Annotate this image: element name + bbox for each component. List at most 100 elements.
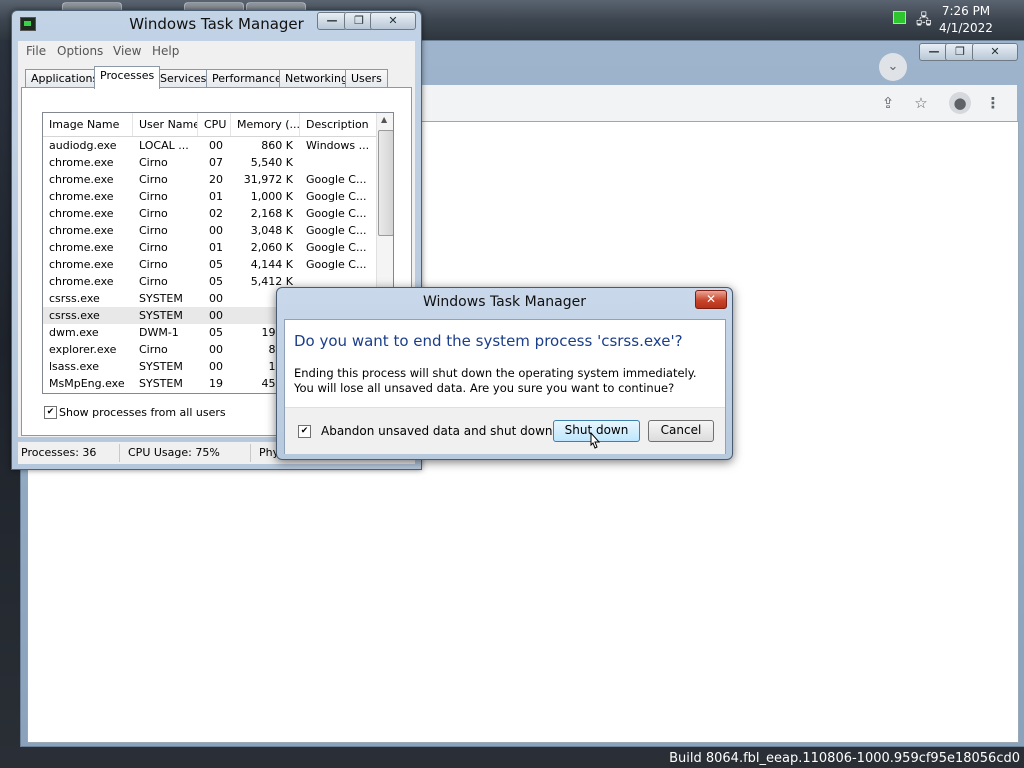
cell-cpu: 01 (209, 241, 223, 254)
end-process-dialog: Windows Task Manager ✕ Do you want to en… (276, 287, 733, 460)
share-icon[interactable]: ⇪ (877, 92, 899, 114)
network-icon[interactable]: 🖧 (916, 9, 932, 33)
build-watermark: Build 8064.fbl_eeap.110806-1000.959cf95e… (669, 751, 1020, 766)
process-row[interactable]: chrome.exe Cirno 01 1,000 K Google C... (43, 188, 376, 205)
cell-user-name: Cirno (139, 156, 168, 169)
cell-user-name: SYSTEM (139, 309, 183, 322)
tab-performance[interactable]: Performance (206, 69, 288, 88)
cell-memory: 2,168 K (250, 207, 293, 220)
dialog-question: Do you want to end the system process 'c… (294, 332, 683, 350)
cell-user-name: SYSTEM (139, 292, 183, 305)
abandon-data-label: Abandon unsaved data and shut down. (321, 424, 557, 438)
cell-cpu: 19 (209, 377, 223, 390)
process-row[interactable]: chrome.exe Cirno 05 4,144 K Google C... (43, 256, 376, 273)
column-description[interactable]: Description (300, 113, 376, 136)
tm-minimize-button[interactable]: — (317, 12, 347, 30)
dialog-content: Do you want to end the system process 'c… (284, 319, 726, 454)
browser-close-button[interactable]: ✕ (972, 43, 1018, 61)
cell-image-name: chrome.exe (49, 190, 114, 203)
process-row[interactable]: chrome.exe Cirno 07 5,540 K (43, 154, 376, 171)
tm-menubar: File Options View Help (18, 41, 415, 61)
tab-networking[interactable]: Networking (279, 69, 354, 88)
cell-user-name: Cirno (139, 224, 168, 237)
dialog-footer: ✔ Abandon unsaved data and shut down. Sh… (285, 407, 725, 454)
process-row[interactable]: chrome.exe Cirno 01 2,060 K Google C... (43, 239, 376, 256)
column-memory[interactable]: Memory (... (231, 113, 300, 136)
cell-cpu: 05 (209, 258, 223, 271)
cell-description: Google C... (306, 241, 367, 254)
cell-user-name: SYSTEM (139, 377, 183, 390)
menu-kebab-icon[interactable]: ⋮ (982, 92, 1004, 114)
tab-processes[interactable]: Processes (94, 66, 161, 89)
column-user-name[interactable]: User Name (133, 113, 198, 136)
show-all-users-checkbox[interactable]: ✔ (44, 406, 57, 419)
cell-cpu: 05 (209, 326, 223, 339)
tray-clock[interactable]: 7:26 PM 4/1/2022 (936, 3, 996, 37)
process-row[interactable]: audiodg.exe LOCAL ... 00 860 K Windows ... (43, 137, 376, 154)
tab-applications[interactable]: Applications (25, 69, 105, 88)
process-list-header: Image Name User Name CPU Memory (... Des… (43, 113, 376, 137)
column-cpu[interactable]: CPU (198, 113, 231, 136)
cell-user-name: Cirno (139, 207, 168, 220)
bookmark-star-icon[interactable]: ☆ (910, 92, 932, 114)
cell-image-name: csrss.exe (49, 309, 100, 322)
clock-time: 7:26 PM (941, 4, 991, 18)
menu-view[interactable]: View (113, 44, 141, 58)
clock-date: 4/1/2022 (939, 21, 993, 35)
profile-icon[interactable]: ● (949, 92, 971, 114)
cell-memory: 5,540 K (250, 156, 293, 169)
cell-user-name: Cirno (139, 173, 168, 186)
cancel-button[interactable]: Cancel (648, 420, 714, 442)
menu-help[interactable]: Help (152, 44, 179, 58)
cell-image-name: lsass.exe (49, 360, 99, 373)
cell-image-name: chrome.exe (49, 241, 114, 254)
cell-image-name: MsMpEng.exe (49, 377, 125, 390)
battery-icon[interactable] (893, 11, 906, 24)
process-row[interactable]: chrome.exe Cirno 00 3,048 K Google C... (43, 222, 376, 239)
status-divider (119, 444, 120, 462)
dialog-close-button[interactable]: ✕ (695, 290, 727, 309)
cell-user-name: DWM-1 (139, 326, 179, 339)
cell-user-name: Cirno (139, 343, 168, 356)
scrollbar-thumb[interactable] (378, 130, 393, 236)
tab-users[interactable]: Users (345, 69, 388, 88)
mouse-cursor-icon (590, 432, 601, 449)
cell-image-name: chrome.exe (49, 207, 114, 220)
cell-image-name: dwm.exe (49, 326, 99, 339)
cell-user-name: Cirno (139, 190, 168, 203)
cell-user-name: SYSTEM (139, 360, 183, 373)
cell-description: Google C... (306, 258, 367, 271)
tab-services[interactable]: Services (154, 69, 213, 88)
cell-description: Google C... (306, 207, 367, 220)
tab-search-icon[interactable]: ⌄ (879, 53, 907, 81)
cell-memory: 31,972 K (243, 173, 293, 186)
dialog-title: Windows Task Manager (423, 294, 586, 310)
cell-memory: 3,048 K (250, 224, 293, 237)
status-cpu-usage: CPU Usage: 75% (128, 446, 220, 459)
cell-image-name: audiodg.exe (49, 139, 117, 152)
cell-cpu: 00 (209, 292, 223, 305)
cell-description: Google C... (306, 224, 367, 237)
cell-user-name: Cirno (139, 241, 168, 254)
menu-options[interactable]: Options (57, 44, 103, 58)
process-row[interactable]: chrome.exe Cirno 20 31,972 K Google C... (43, 171, 376, 188)
cell-cpu: 00 (209, 343, 223, 356)
cell-image-name: csrss.exe (49, 292, 100, 305)
cell-cpu: 00 (209, 360, 223, 373)
cell-image-name: explorer.exe (49, 343, 117, 356)
menu-file[interactable]: File (26, 44, 46, 58)
cell-cpu: 00 (209, 224, 223, 237)
process-row[interactable]: chrome.exe Cirno 02 2,168 K Google C... (43, 205, 376, 222)
scroll-up-icon[interactable]: ▲ (381, 115, 387, 124)
browser-maximize-button[interactable]: ❐ (945, 43, 975, 61)
cell-cpu: 00 (209, 309, 223, 322)
abandon-data-checkbox[interactable]: ✔ (298, 425, 311, 438)
cell-image-name: chrome.exe (49, 224, 114, 237)
cell-cpu: 02 (209, 207, 223, 220)
status-processes: Processes: 36 (21, 446, 97, 459)
cell-cpu: 00 (209, 139, 223, 152)
column-image-name[interactable]: Image Name (43, 113, 133, 136)
show-all-users-label: Show processes from all users (59, 406, 226, 419)
tm-close-button[interactable]: ✕ (370, 12, 416, 30)
cell-cpu: 07 (209, 156, 223, 169)
